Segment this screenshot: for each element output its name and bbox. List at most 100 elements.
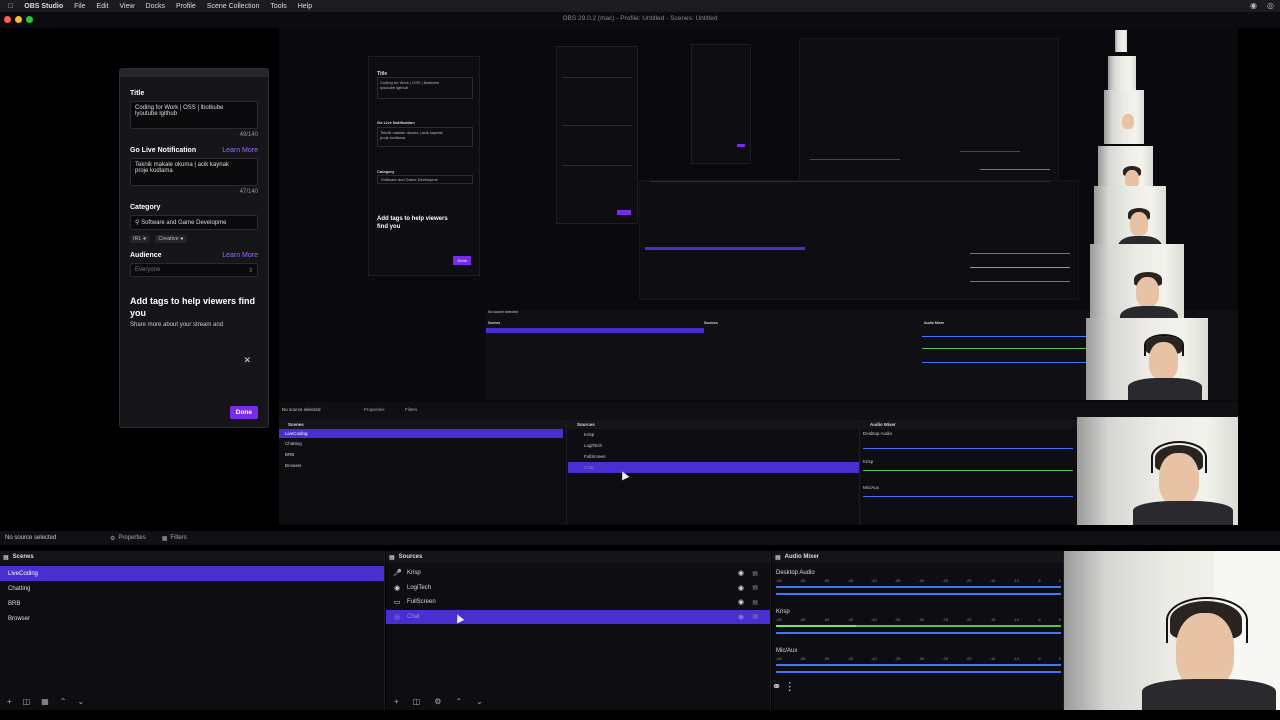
remove-source-icon[interactable]: ◫ [413, 697, 421, 706]
source-label: Krisp [407, 570, 421, 577]
source-label: LogiTech [407, 584, 432, 591]
menu-docks[interactable]: Docks [146, 3, 165, 10]
notification-learn-more-link[interactable]: Learn More [222, 147, 258, 154]
stream-info-dialog: Title Coding for Work | OSS | lbotkube l… [119, 68, 269, 428]
display-icon: ▭ [393, 599, 401, 607]
properties-button[interactable]: ⚙ Properties [110, 535, 146, 542]
mini-scene-brb: BRB [285, 452, 295, 457]
volume-fader-track[interactable] [776, 586, 1061, 588]
more-options-icon[interactable]: ⋮ [784, 681, 795, 693]
visibility-eye-icon[interactable]: ◉ [738, 584, 744, 592]
mixer-channel: Krisp -60 -55 -50 -45 -40 -35 -30 -25 -20 -15 -10 -5… [776, 609, 1063, 641]
done-button[interactable]: Done [229, 406, 258, 419]
menu-scene-collection[interactable]: Scene Collection [207, 3, 260, 10]
app-menu[interactable]: OBS Studio [24, 3, 63, 10]
meter-tick-label: -55 [799, 578, 806, 583]
nested-done-button: Done [453, 256, 471, 265]
meter-tick-label: -25 [942, 656, 948, 661]
wifi-icon[interactable]: ◉ [1250, 1, 1257, 10]
nested-notification-label: Go Live Notification [377, 120, 415, 125]
dialog-header-bar [120, 69, 268, 77]
scene-item-chatting[interactable]: Chatting [0, 581, 384, 596]
volume-meter[interactable]: -60 -55 -50 -45 -40 -35 -30 -25 -20 -15 -10 -5 0 [776, 617, 1061, 634]
preview-canvas[interactable]: Title Coding for Work | OSS | lbotkube l… [0, 28, 1280, 531]
meter-ticks: -60 -55 -50 -45 -40 -35 -30 -25 -20 -15 -10 -5 0 [776, 578, 1061, 583]
move-up-icon[interactable]: ⌃ [455, 697, 462, 706]
scene-item-browser[interactable]: Browser [0, 611, 384, 626]
meter-ticks: -60 -55 -50 -45 -40 -35 -30 -25 -20 -15 -10 -5 0 [776, 656, 1061, 661]
link-icon[interactable]: ⚭ [772, 681, 781, 693]
move-up-icon[interactable]: ⌃ [60, 697, 67, 706]
menu-view[interactable]: View [119, 3, 134, 10]
filters-button[interactable]: ▦ Filters [162, 535, 187, 542]
meter-tick-label: -55 [799, 656, 806, 661]
mixer-channel-name: Mic/Aux [776, 648, 798, 654]
close-icon[interactable]: ✕ [243, 355, 251, 366]
webcam-level5 [1104, 90, 1144, 144]
visibility-eye-icon[interactable]: ◉ [738, 598, 744, 606]
meter-tick-label: -25 [942, 617, 948, 622]
source-item-krisp[interactable]: 🎤 Krisp ◉ ▤ [386, 566, 770, 581]
mixer-toolbar: ⚭ ⋮ [772, 680, 1063, 693]
sources-dock-header: ▦ Sources [386, 551, 770, 563]
mixer-channel-name: Krisp [776, 609, 790, 615]
audience-select[interactable]: Everyone ⇕ [130, 263, 258, 277]
nested-screen-level4 [799, 38, 1059, 198]
audience-learn-more-link[interactable]: Learn More [222, 252, 258, 259]
volume-slider[interactable] [776, 593, 1061, 595]
control-center-icon[interactable]: ◎ [1267, 1, 1274, 10]
meter-tick-label: -15 [989, 617, 996, 622]
menu-help[interactable]: Help [298, 3, 312, 10]
visibility-eye-icon[interactable]: ◉ [738, 613, 744, 621]
move-down-icon[interactable]: ⌄ [78, 697, 85, 706]
remove-scene-icon[interactable]: ◫ [23, 697, 31, 706]
notification-char-count: 47/140 [239, 189, 258, 195]
source-item-logitech[interactable]: ◉ LogiTech ◉ ▤ [386, 581, 770, 596]
title-input[interactable]: Coding for Work | OSS | lbotkube lyoutub… [130, 101, 258, 129]
menu-profile[interactable]: Profile [176, 3, 196, 10]
nested-notification-value: Teknik makale okuma | acik kaynak proje … [377, 127, 473, 147]
microphone-icon: 🎤 [393, 570, 402, 578]
scene-filters-icon[interactable]: ▦ [41, 697, 49, 706]
lock-icon[interactable]: ▤ [752, 584, 758, 591]
source-item-chat[interactable]: ◎ Chat ◉ ▤ [386, 609, 770, 624]
nested-scenes-title: Scenes [488, 321, 501, 325]
mini-properties: Properties [364, 407, 385, 412]
meter-tick-label: -35 [894, 578, 901, 583]
lock-icon: ● [180, 236, 184, 242]
lock-icon[interactable]: ▤ [752, 570, 758, 577]
meter-tick-label: -35 [894, 656, 901, 661]
title-label: Title [130, 90, 145, 97]
notification-input[interactable]: Teknik makale okuma | acik kaynak proje … [130, 158, 258, 186]
lock-icon[interactable]: ▤ [752, 599, 758, 606]
volume-slider[interactable] [776, 671, 1061, 673]
menu-tools[interactable]: Tools [270, 3, 286, 10]
audio-mixer-header: ▦ Audio Mixer [772, 551, 1063, 563]
tag-creative[interactable]: Creative ● [155, 235, 187, 243]
scenes-icon: ▦ [3, 554, 9, 561]
scene-item-brb[interactable]: BRB [0, 596, 384, 611]
visibility-eye-icon[interactable]: ◉ [738, 569, 744, 577]
category-search-field[interactable]: ⚲ Software and Game Developme [130, 215, 258, 230]
lock-icon[interactable]: ▤ [752, 613, 758, 620]
meter-tick-label: -20 [965, 578, 972, 583]
nested-docks-level3 [639, 180, 1079, 300]
mini-mixer-title: Audio Mixer [861, 420, 1081, 429]
menu-edit[interactable]: Edit [96, 3, 108, 10]
tags-subtext: Share more about your stream and [130, 322, 224, 328]
add-source-icon[interactable]: + [394, 697, 399, 706]
menu-file[interactable]: File [74, 3, 85, 10]
apple-menu-icon[interactable]:  [8, 3, 13, 10]
add-scene-icon[interactable]: + [7, 697, 12, 706]
volume-slider[interactable] [776, 632, 1061, 634]
scene-item-livecoding[interactable]: LiveCoding [0, 566, 384, 581]
audio-mixer-dock: ▦ Audio Mixer Desktop Audio -60 -55 -50 -45-… [772, 551, 1064, 710]
volume-meter[interactable]: -60 -55 -50 -45 -40 -35 -30 -25 -20 -15 -10 -5 0 [776, 656, 1061, 673]
source-item-fullscreen[interactable]: ▭ FullScreen ◉ ▤ [386, 595, 770, 610]
level-fill [776, 625, 856, 627]
volume-meter[interactable]: -60 -55 -50 -45 -40 -35 -30 -25 -20 -15 -10 -5 0 [776, 578, 1061, 595]
volume-fader-track[interactable] [776, 664, 1061, 666]
tag-irl[interactable]: IRL ● [130, 235, 150, 243]
move-down-icon[interactable]: ⌄ [476, 697, 483, 706]
source-settings-icon[interactable]: ⚙ [434, 697, 441, 706]
